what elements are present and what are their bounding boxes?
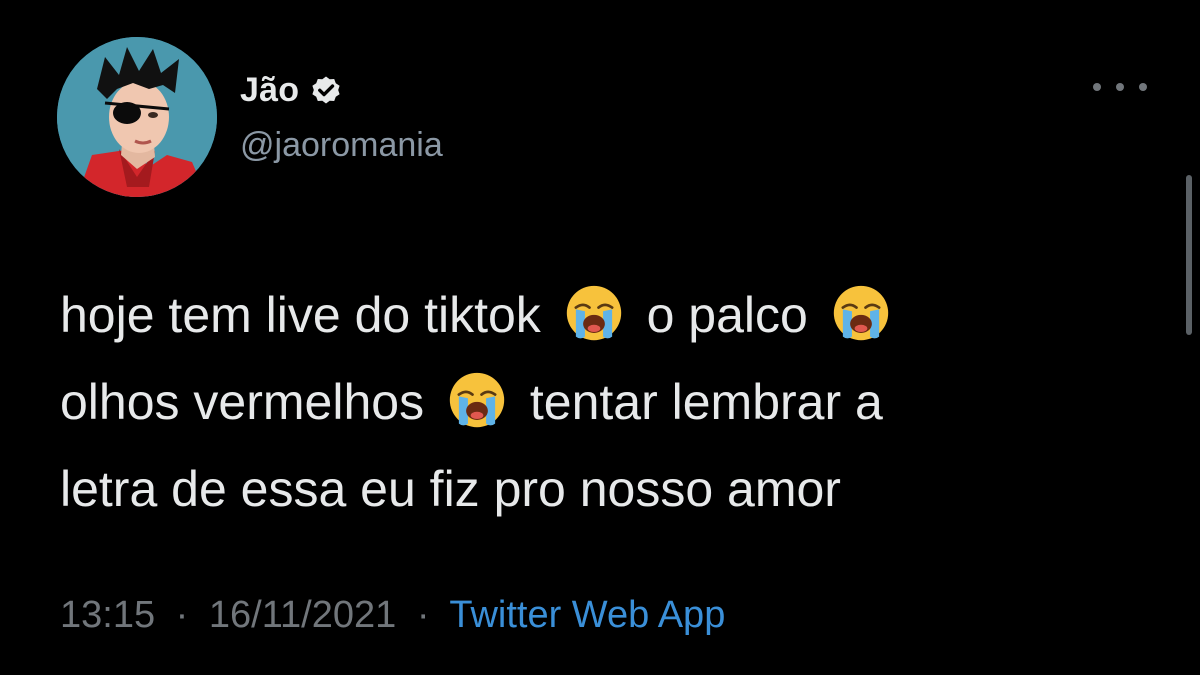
tweet-segment: o palco xyxy=(646,287,808,343)
meta-separator: · xyxy=(416,594,430,636)
tweet-time[interactable]: 13:15 xyxy=(60,594,155,636)
tweet-segment: hoje tem live do tiktok xyxy=(60,287,541,343)
tweet-line-1: hoje tem live do tiktok o palco xyxy=(60,272,1140,359)
author-name-row[interactable]: Jão xyxy=(240,68,343,112)
verified-badge-icon xyxy=(309,73,343,107)
tweet-segment: tentar lembrar a xyxy=(529,374,883,430)
author-handle[interactable]: @jaoromania xyxy=(240,126,443,165)
loudly-crying-face-icon xyxy=(448,371,506,429)
avatar[interactable] xyxy=(57,37,217,197)
loudly-crying-face-icon xyxy=(565,284,623,342)
tweet-metadata: 13:15 · 16/11/2021 · Twitter Web App xyxy=(60,594,725,637)
tweet-date[interactable]: 16/11/2021 xyxy=(209,594,396,636)
tweet-line-2: olhos vermelhos tentar lembrar a xyxy=(60,359,1140,446)
tweet-segment: olhos vermelhos xyxy=(60,374,425,430)
more-dot xyxy=(1093,83,1101,91)
loudly-crying-face-icon xyxy=(832,284,890,342)
more-options-icon[interactable] xyxy=(1093,72,1147,102)
more-dot xyxy=(1139,83,1147,91)
meta-separator: · xyxy=(175,594,189,636)
tweet-line-3: letra de essa eu fiz pro nosso amor xyxy=(60,446,1140,533)
avatar-portrait xyxy=(57,37,217,197)
scrollbar[interactable] xyxy=(1186,175,1192,335)
tweet-text: hoje tem live do tiktok o palco olhos ve… xyxy=(60,272,1140,533)
display-name[interactable]: Jão xyxy=(240,71,299,110)
tweet-segment: letra de essa eu fiz pro nosso amor xyxy=(60,461,841,517)
more-dot xyxy=(1116,83,1124,91)
tweet-card: Jão @jaoromania hoje tem live do tiktok xyxy=(0,0,1200,675)
tweet-source-link[interactable]: Twitter Web App xyxy=(449,594,725,636)
